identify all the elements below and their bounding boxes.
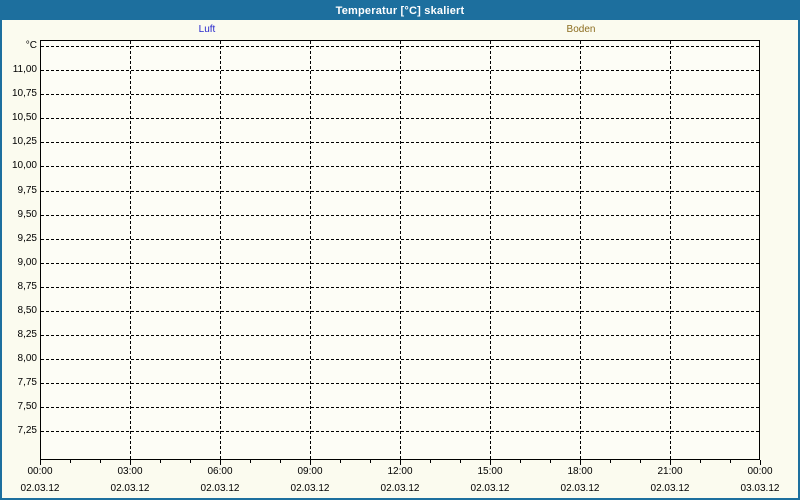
v-gridline bbox=[220, 41, 221, 459]
x-axis-minor-tick bbox=[520, 460, 521, 463]
x-axis-minor-tick bbox=[70, 460, 71, 463]
x-axis-time-label: 00:00 bbox=[747, 466, 773, 477]
x-axis-minor-tick bbox=[370, 460, 371, 463]
x-axis-minor-tick bbox=[160, 460, 161, 463]
x-axis-minor-tick bbox=[340, 460, 341, 463]
x-axis-time-label: 21:00 bbox=[657, 466, 683, 477]
x-axis-minor-tick bbox=[610, 460, 611, 463]
x-axis-time-label: 15:00 bbox=[477, 466, 503, 477]
y-axis-tick-label: 10,50 bbox=[11, 112, 37, 124]
y-axis-tick-label: 9,00 bbox=[17, 256, 37, 268]
x-axis-minor-tick bbox=[250, 460, 251, 463]
x-axis-minor-tick bbox=[280, 460, 281, 463]
x-axis-minor-tick bbox=[190, 460, 191, 463]
x-axis-time-label: 18:00 bbox=[567, 466, 593, 477]
x-axis-major-tick bbox=[490, 460, 491, 465]
x-axis-date-label: 02.03.12 bbox=[110, 483, 150, 494]
y-axis-tick-label: 9,50 bbox=[17, 208, 37, 220]
x-axis-time-label: 00:00 bbox=[27, 466, 53, 477]
x-axis-date-label: 02.03.12 bbox=[380, 483, 420, 494]
plot-area bbox=[40, 40, 760, 460]
y-axis-unit-label: °C bbox=[25, 40, 37, 51]
x-axis-minor-tick bbox=[640, 460, 641, 463]
v-gridline bbox=[130, 41, 131, 459]
x-axis-minor-tick bbox=[700, 460, 701, 463]
x-axis-minor-tick bbox=[550, 460, 551, 463]
chart-window: Temperatur [°C] skaliert Luft Boden °C 11… bbox=[0, 0, 800, 500]
x-axis-time-label: 06:00 bbox=[207, 466, 233, 477]
x-axis-minor-tick bbox=[730, 460, 731, 463]
x-axis-time-label: 03:00 bbox=[117, 466, 143, 477]
x-axis-minor-tick bbox=[460, 460, 461, 463]
y-axis-tick-label: 11,00 bbox=[12, 64, 37, 76]
x-axis-major-tick bbox=[580, 460, 581, 465]
x-axis-minor-tick bbox=[430, 460, 431, 463]
y-axis-tick-label: 10,25 bbox=[11, 136, 37, 148]
x-axis-time-label: 12:00 bbox=[387, 466, 413, 477]
x-axis-major-tick bbox=[670, 460, 671, 465]
y-axis-tick-label: 8,75 bbox=[17, 280, 37, 292]
legend-boden: Boden bbox=[566, 24, 596, 35]
y-axis-tick-label: 8,25 bbox=[17, 329, 37, 341]
y-axis-tick-label: 10,75 bbox=[11, 88, 37, 100]
y-axis-tick-label: 8,00 bbox=[17, 353, 37, 365]
y-axis-tick-label: 9,75 bbox=[17, 184, 37, 196]
x-axis-minor-tick bbox=[100, 460, 101, 463]
y-axis-tick-label: 8,50 bbox=[17, 304, 37, 316]
x-axis-time-label: 09:00 bbox=[297, 466, 323, 477]
x-axis-date-label: 02.03.12 bbox=[650, 483, 690, 494]
v-gridline bbox=[580, 41, 581, 459]
v-gridline bbox=[310, 41, 311, 459]
x-axis-major-tick bbox=[400, 460, 401, 465]
y-axis-tick-label: 7,50 bbox=[17, 401, 37, 413]
x-axis-major-tick bbox=[130, 460, 131, 465]
x-axis-date-label: 02.03.12 bbox=[290, 483, 330, 494]
v-gridline bbox=[490, 41, 491, 459]
y-axis-tick-label: 7,75 bbox=[17, 377, 37, 389]
x-axis-major-tick bbox=[40, 460, 41, 465]
v-gridline bbox=[400, 41, 401, 459]
x-axis-date-label: 03.03.12 bbox=[740, 483, 780, 494]
legend-luft: Luft bbox=[198, 24, 216, 35]
y-axis-tick-label: 7,25 bbox=[17, 425, 37, 437]
x-axis-major-tick bbox=[310, 460, 311, 465]
v-gridline bbox=[670, 41, 671, 459]
x-axis-major-tick bbox=[760, 460, 761, 465]
y-axis-tick-label: 9,25 bbox=[17, 232, 37, 244]
y-axis-tick-label: 10,00 bbox=[11, 160, 37, 172]
chart-title: Temperatur [°C] skaliert bbox=[2, 2, 798, 20]
x-axis-date-label: 02.03.12 bbox=[200, 483, 240, 494]
x-axis-date-label: 02.03.12 bbox=[560, 483, 600, 494]
x-axis-date-label: 02.03.12 bbox=[20, 483, 60, 494]
x-axis-major-tick bbox=[220, 460, 221, 465]
x-axis-date-label: 02.03.12 bbox=[470, 483, 510, 494]
